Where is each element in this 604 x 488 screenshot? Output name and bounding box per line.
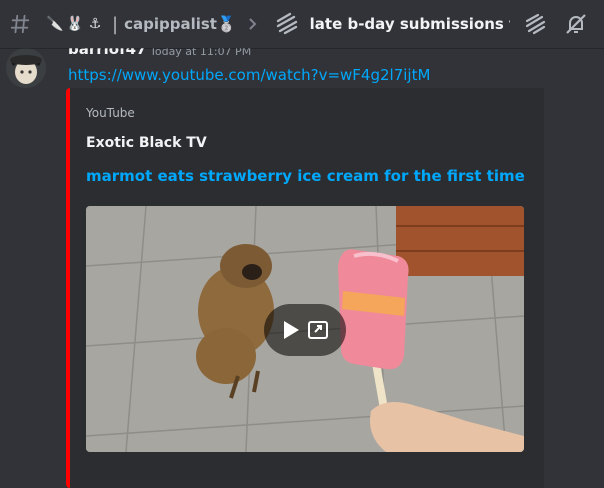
anchor-emoji: ⚓	[88, 16, 102, 32]
play-icon	[284, 321, 299, 339]
header-toolbar	[514, 0, 604, 48]
thread-icon	[274, 11, 300, 37]
message-link[interactable]: https://www.youtube.com/watch?v=wF4g2l7i…	[68, 66, 430, 84]
link-embed: YouTube Exotic Black TV marmot eats stra…	[66, 88, 544, 488]
channel-header: 🔪 🐰 ⚓ | capippalist🥈 late b-day submissi…	[0, 0, 604, 48]
channel-emoji-group: 🔪 🐰 ⚓	[46, 16, 104, 32]
thread-title: late b-day submissions thre	[309, 15, 510, 33]
rabbit-emoji: 🐰	[66, 16, 84, 32]
chevron-right-icon	[248, 17, 262, 31]
parent-channel-name[interactable]: capippalist🥈	[124, 15, 236, 33]
play-button[interactable]	[264, 304, 346, 356]
open-external-icon	[308, 321, 328, 339]
knife-emoji: 🔪	[46, 16, 64, 32]
embed-title[interactable]: marmot eats strawberry ice cream for the…	[86, 167, 525, 185]
avatar[interactable]	[6, 48, 46, 88]
hashtag-icon	[8, 12, 32, 36]
divider: |	[112, 13, 119, 35]
message: barriof47 Today at 11:07 PM https://www.…	[0, 40, 604, 488]
threads-icon[interactable]	[524, 12, 548, 36]
embed-author[interactable]: Exotic Black TV	[86, 135, 207, 151]
notification-muted-icon[interactable]	[564, 12, 588, 36]
embed-provider[interactable]: YouTube	[86, 106, 135, 120]
video-thumbnail[interactable]	[86, 206, 524, 452]
